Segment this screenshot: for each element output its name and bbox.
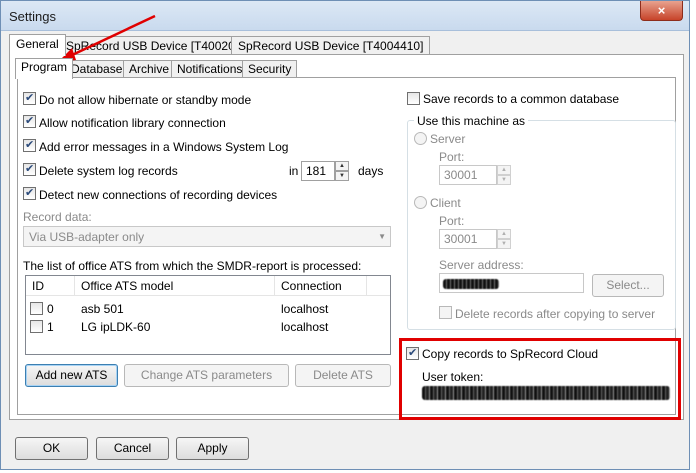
tab-program[interactable]: Program [15, 58, 74, 79]
annotation-arrow [58, 14, 156, 62]
tab-general[interactable]: General [9, 34, 66, 56]
arrow-shaft [69, 14, 156, 58]
